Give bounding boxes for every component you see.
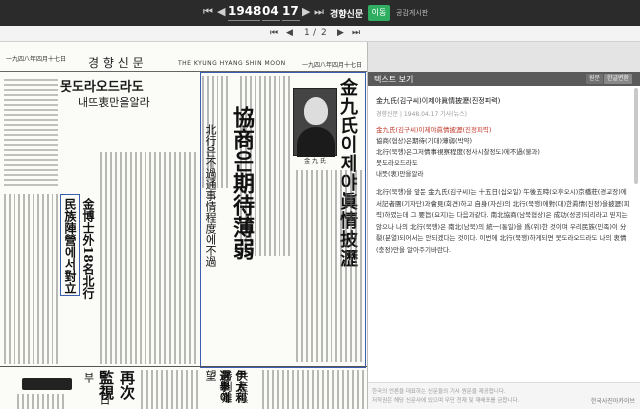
side-headline: 民族陣營에서對立 bbox=[63, 198, 77, 294]
first-page-icon[interactable]: ⏮ bbox=[270, 28, 278, 38]
lower-subheadline: 十九日부 bbox=[82, 372, 111, 405]
page-navigation-bar: ⏮ ◀ 1 / 2 ▶ ⏭ bbox=[0, 26, 640, 42]
article-date: 경향신문 | 1948.04.17 기사(뉴스) bbox=[376, 111, 467, 118]
body-text-block bbox=[236, 370, 364, 409]
date-navigation-bar: ⏮ ◀ 1948 04 17 ▶ ⏭ 경향신문 이동 공감게시판 bbox=[0, 0, 640, 26]
last-date-icon[interactable]: ⏭ bbox=[314, 5, 324, 19]
banner-subheadline: 내뜨衷만을알라 bbox=[78, 96, 150, 109]
masthead-date-left: 一九四八年四月十七日 bbox=[6, 56, 67, 63]
panel-scrollbar[interactable] bbox=[634, 88, 638, 184]
article-line: 協商(협상)은期待(기대)薄弱(박약) bbox=[376, 137, 473, 145]
korean-convert-button[interactable]: 한글변환 bbox=[604, 74, 633, 84]
next-page-icon[interactable]: ▶ bbox=[337, 28, 344, 38]
day-underline bbox=[282, 4, 300, 21]
prev-page-icon[interactable]: ◀ bbox=[286, 28, 293, 38]
article-title: 金九氏(김구씨)이제야眞情披瀝(진정피력) bbox=[376, 97, 501, 105]
newspaper-select[interactable]: 경향신문 bbox=[330, 7, 363, 20]
masthead: 一九四八年四月十七日 경 향 신 문 THE KYUNG HYANG SHIN … bbox=[0, 50, 367, 72]
body-text-block bbox=[4, 394, 64, 409]
panel-gutter bbox=[368, 42, 640, 72]
newspaper-scan[interactable]: 一九四八年四月十七日 경 향 신 문 THE KYUNG HYANG SHIN … bbox=[0, 42, 368, 409]
body-text-block bbox=[296, 170, 362, 362]
current-page: 1 bbox=[304, 28, 310, 38]
lower-banner-block bbox=[22, 378, 72, 390]
text-view-title: 텍스트 보기 bbox=[374, 75, 414, 84]
section-divider bbox=[0, 366, 367, 367]
masthead-title: 경 향 신 문 bbox=[88, 56, 144, 70]
page-separator: / bbox=[313, 28, 317, 38]
last-page-icon[interactable]: ⏭ bbox=[352, 28, 360, 38]
article-text: 金九氏(김구씨)이제야眞情披瀝(진정피력) 경향신문 | 1948.04.17 … bbox=[376, 96, 632, 256]
total-pages: 2 bbox=[321, 28, 327, 38]
next-date-icon[interactable]: ▶ bbox=[302, 5, 310, 18]
banner-headline: 못도라오드라도 bbox=[60, 80, 144, 95]
masthead-date-right: 一九四八年四月十七日 bbox=[302, 62, 363, 69]
first-date-icon[interactable]: ⏮ bbox=[203, 5, 213, 19]
panel-footer: 한국의 언론을 대표하는 신문들의 기사 원문을 제공합니다. 저작권은 해당 … bbox=[368, 382, 640, 409]
article-line: 北行(북행)은그저情事視察程度(정사시찰정도)에不過(불과) bbox=[376, 148, 540, 156]
article-paragraph: 北行(북행)을 앞둔 金九氏(김구씨)는 十五日(십오일) 午後五時(오후오시)… bbox=[376, 188, 630, 254]
footer-notice-line2: 저작권은 해당 신문사에 있으며 무단 전재 및 재배포를 금합니다. bbox=[372, 398, 520, 404]
article-line: 내뜻(衷)만을알라 bbox=[376, 170, 424, 178]
masthead-english: THE KYUNG HYANG SHIN MOON bbox=[178, 60, 286, 67]
text-view-header: 텍스트 보기 원문 한글변환 bbox=[368, 72, 640, 86]
year-underline bbox=[228, 4, 260, 21]
side-headline-secondary: 金博士外18名北行 bbox=[81, 198, 95, 299]
original-button[interactable]: 원문 bbox=[586, 74, 604, 84]
go-button[interactable]: 이동 bbox=[368, 5, 390, 21]
footer-notice-line1: 한국의 언론을 대표하는 신문들의 기사 원문을 제공합니다. bbox=[372, 389, 506, 395]
prev-date-icon[interactable]: ◀ bbox=[217, 5, 225, 18]
body-text-block bbox=[124, 370, 198, 409]
month-underline bbox=[262, 4, 280, 21]
body-text-block bbox=[4, 194, 58, 364]
footer-source: 한국사진아카이브 bbox=[590, 398, 635, 405]
body-text-block bbox=[100, 152, 196, 364]
article-line: 못도라오드라도 bbox=[376, 159, 418, 167]
body-text-block bbox=[4, 76, 58, 190]
publication-link[interactable]: 공감게시판 bbox=[396, 8, 428, 18]
article-line: 金九氏(김구씨)이제야眞情披瀝(진정피력) bbox=[376, 126, 492, 134]
